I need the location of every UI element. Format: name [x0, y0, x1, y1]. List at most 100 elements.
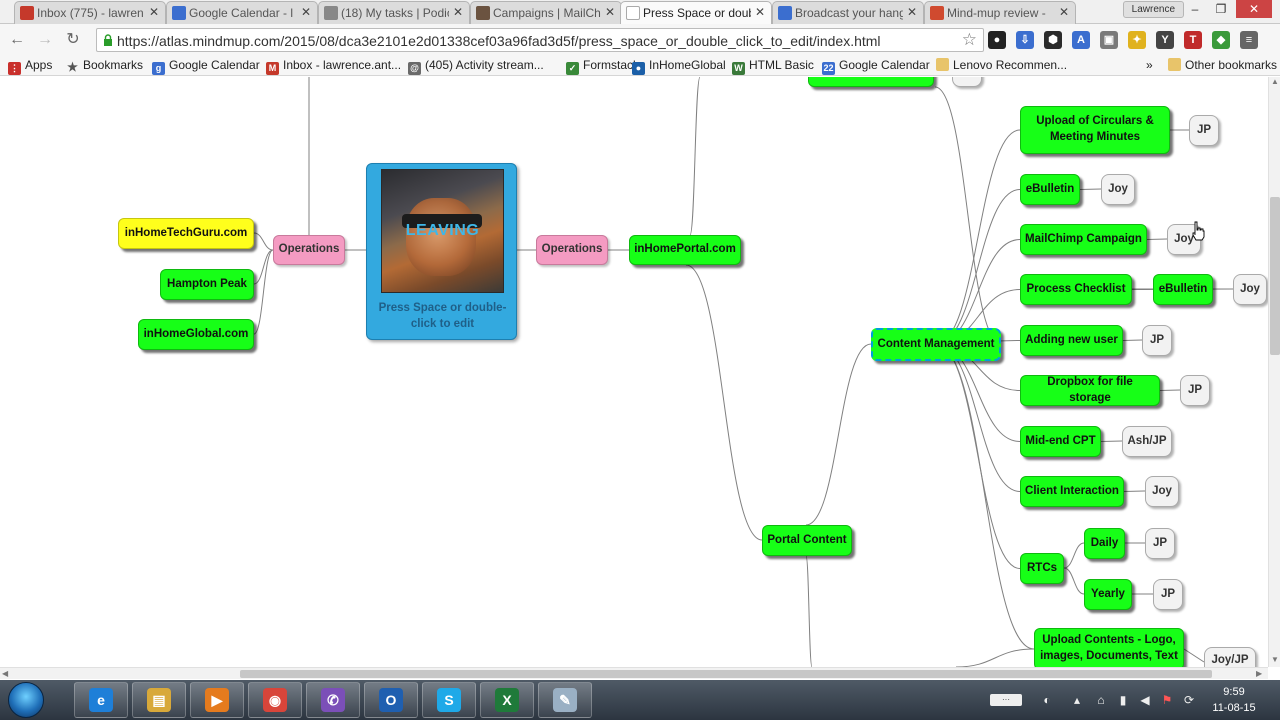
taskbar-clock[interactable]: 9:59 11-08-15: [1204, 684, 1264, 716]
node-inhomeportal[interactable]: inHomePortal.com: [629, 235, 741, 265]
pocket-icon[interactable]: ●: [988, 31, 1006, 49]
gear-icon[interactable]: ⬢: [1044, 31, 1062, 49]
node-rtc-yearly[interactable]: Yearly: [1084, 579, 1132, 610]
translate-icon[interactable]: A: [1072, 31, 1090, 49]
bookmark-item[interactable]: W HTML Basic: [732, 58, 814, 75]
tab-7[interactable]: Mind-mup review - ✕: [924, 1, 1076, 24]
bookmarks-overflow[interactable]: »: [1146, 58, 1153, 72]
taskbar-app-button[interactable]: O: [364, 682, 418, 718]
address-bar[interactable]: https://atlas.mindmup.com/2015/08/dca3e2…: [96, 28, 984, 52]
central-node[interactable]: LEAVING Press Space or double-click to e…: [366, 163, 517, 340]
forward-button[interactable]: →: [34, 29, 56, 51]
tab-close-icon[interactable]: ✕: [301, 5, 311, 19]
node-owner-2[interactable]: Joy: [1101, 174, 1135, 205]
menu-icon[interactable]: ≡: [1240, 31, 1258, 49]
node-owner-4[interactable]: Joy: [1233, 274, 1267, 305]
tab-3[interactable]: (18) My tasks | Podio ✕: [318, 1, 470, 24]
node-owner-8[interactable]: Joy: [1145, 476, 1179, 507]
bookmark-item[interactable]: ★ Bookmarks: [66, 58, 143, 74]
node-cm-item-3[interactable]: MailChimp Campaign: [1020, 224, 1147, 255]
node-operations-left[interactable]: Operations: [273, 235, 345, 265]
node-owner-1[interactable]: JP: [1189, 115, 1219, 146]
node-process-ebulletin[interactable]: eBulletin: [1153, 274, 1213, 305]
restore-button[interactable]: ❐: [1208, 0, 1234, 18]
node-cm-item-5[interactable]: Adding new user: [1020, 325, 1123, 356]
bookmark-item[interactable]: 22 Google Calendar: [822, 58, 930, 75]
show-desktop-strip-icon[interactable]: ···: [990, 694, 1022, 706]
reload-button[interactable]: ↻: [62, 29, 84, 51]
flag-warning-icon[interactable]: ⚑: [1160, 693, 1174, 707]
taskbar-app-button[interactable]: e: [74, 682, 128, 718]
node-cm-item-4[interactable]: Process Checklist: [1020, 274, 1132, 305]
node-cm-item-2[interactable]: eBulletin: [1020, 174, 1080, 205]
tab-close-icon[interactable]: ✕: [755, 5, 765, 19]
scroll-left-arrow-icon[interactable]: ◀: [2, 669, 8, 678]
scroll-right-arrow-icon[interactable]: ▶: [1256, 669, 1262, 678]
leaf-icon[interactable]: ◆: [1212, 31, 1230, 49]
start-button[interactable]: [8, 682, 44, 718]
bookmark-star-icon[interactable]: ☆: [962, 30, 977, 50]
node-cm-item-6[interactable]: Dropbox for file storage: [1020, 375, 1160, 406]
tray-arrow-icon[interactable]: ▴: [1070, 693, 1084, 707]
node-owner-6[interactable]: JP: [1180, 375, 1210, 406]
bookmark-item[interactable]: ✓ Formstack: [566, 58, 639, 75]
node-content-management[interactable]: Content Management: [871, 328, 1001, 361]
taskbar-app-button[interactable]: S: [422, 682, 476, 718]
tab-close-icon[interactable]: ✕: [453, 5, 463, 19]
node-offscreen-top-owner[interactable]: [952, 77, 982, 87]
bookmark-item[interactable]: Lenovo Recommen...: [936, 58, 1067, 72]
tab-close-icon[interactable]: ✕: [1059, 5, 1069, 19]
node-cm-item-9[interactable]: RTCs: [1020, 553, 1064, 584]
node-owner-5[interactable]: JP: [1142, 325, 1172, 356]
tab-5[interactable]: Press Space or doub ✕: [620, 1, 772, 24]
bookmark-item[interactable]: ● InHomeGlobal: [632, 58, 726, 75]
tab-6[interactable]: Broadcast your hang ✕: [772, 1, 924, 24]
t-icon[interactable]: T: [1184, 31, 1202, 49]
vertical-scrollbar[interactable]: ▲ ▼: [1268, 77, 1280, 667]
volume-icon[interactable]: ◀: [1138, 693, 1152, 707]
taskbar-app-button[interactable]: ✎: [538, 682, 592, 718]
node-hampton-peak[interactable]: Hampton Peak: [160, 269, 254, 300]
yahoo-icon[interactable]: Y: [1156, 31, 1174, 49]
back-button[interactable]: ←: [6, 29, 28, 51]
taskbar-app-button[interactable]: ✆: [306, 682, 360, 718]
tab-2[interactable]: Google Calendar - l ✕: [166, 1, 318, 24]
node-owner-7[interactable]: Ash/JP: [1122, 426, 1172, 457]
tab-4[interactable]: Campaigns | MailCh ✕: [470, 1, 622, 24]
taskbar-app-button[interactable]: ◉: [248, 682, 302, 718]
download-icon[interactable]: ⇩: [1016, 31, 1034, 49]
node-cm-item-7[interactable]: Mid-end CPT: [1020, 426, 1101, 457]
node-owner-10[interactable]: Joy/JP: [1204, 647, 1256, 667]
horizontal-scroll-thumb[interactable]: [240, 670, 1212, 678]
node-cm-item-10[interactable]: Upload Contents - Logo, images, Document…: [1034, 628, 1184, 667]
node-inhomeglobal[interactable]: inHomeGlobal.com: [138, 319, 254, 350]
node-portal-content[interactable]: Portal Content: [762, 525, 852, 556]
apps-shortcut[interactable]: ⋮ Apps: [8, 58, 52, 75]
taskbar-app-button[interactable]: ▶: [190, 682, 244, 718]
taskbar-app-button[interactable]: X: [480, 682, 534, 718]
network-signal-icon[interactable]: ▮: [1116, 693, 1130, 707]
minimize-button[interactable]: –: [1182, 0, 1208, 18]
tab-close-icon[interactable]: ✕: [149, 5, 159, 19]
other-bookmarks[interactable]: Other bookmarks: [1168, 58, 1277, 72]
screenshot-icon[interactable]: ▣: [1100, 31, 1118, 49]
profile-button[interactable]: Lawrence: [1122, 1, 1184, 18]
node-rtc-daily-owner[interactable]: JP: [1145, 528, 1175, 559]
tab-close-icon[interactable]: ✕: [907, 5, 917, 19]
node-inhometechguru[interactable]: inHomeTechGuru.com: [118, 218, 254, 249]
tab-close-icon[interactable]: ✕: [605, 5, 615, 19]
vertical-scroll-thumb[interactable]: [1270, 197, 1280, 355]
scroll-up-arrow-icon[interactable]: ▲: [1271, 77, 1279, 86]
horizontal-scrollbar[interactable]: ◀ ▶: [0, 667, 1268, 679]
node-rtc-yearly-owner[interactable]: JP: [1153, 579, 1183, 610]
bookmark-item[interactable]: @ (405) Activity stream...: [408, 58, 544, 75]
node-offscreen-top[interactable]: [808, 77, 934, 87]
mindmap-canvas[interactable]: LEAVING Press Space or double-click to e…: [0, 77, 1268, 667]
tab-1[interactable]: Inbox (775) - lawren ✕: [14, 1, 166, 24]
bulb-icon[interactable]: ✦: [1128, 31, 1146, 49]
close-window-button[interactable]: ✕: [1236, 0, 1272, 18]
node-cm-item-1[interactable]: Upload of Circulars & Meeting Minutes: [1020, 106, 1170, 154]
node-rtc-daily[interactable]: Daily: [1084, 528, 1125, 559]
usb-icon[interactable]: ⌂: [1094, 693, 1108, 707]
tray-app-icon[interactable]: ◐: [1040, 693, 1054, 707]
